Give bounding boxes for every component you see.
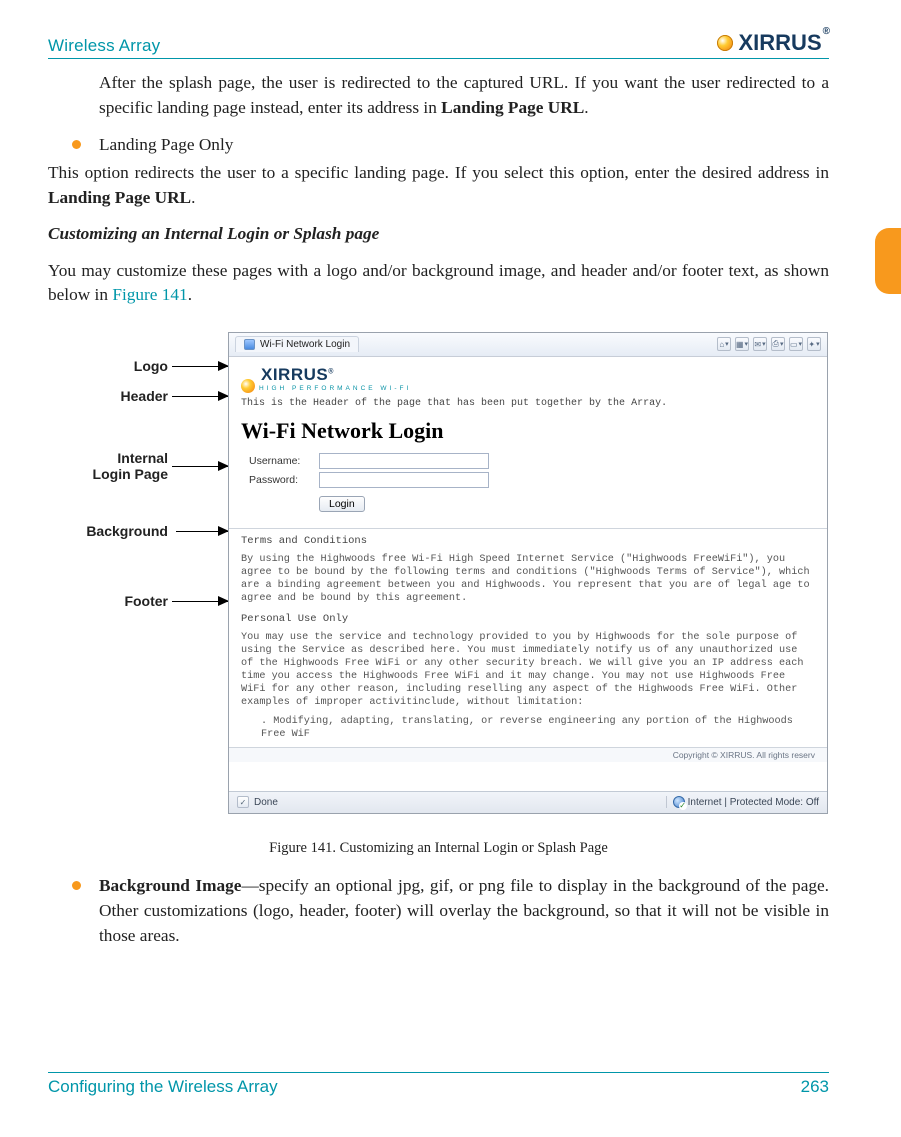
terms-heading: Terms and Conditions <box>229 529 827 553</box>
figure-callouts: Logo Header Internal Login Page Backgrou… <box>48 332 228 832</box>
arrow-icon <box>172 601 228 602</box>
page-menu-icon[interactable]: ▭ <box>789 337 803 351</box>
page-header-text: This is the Header of the page that has … <box>229 395 827 412</box>
section-body: You may customize these pages with a log… <box>48 259 829 308</box>
browser-toolbar: ⌂ ▦ ✉ ⎙ ▭ ✦ <box>717 337 821 351</box>
logo-text: XIRRUS® <box>739 30 830 56</box>
password-input[interactable] <box>319 472 489 488</box>
callout-background: Background <box>48 523 168 539</box>
print-icon[interactable]: ⎙ <box>771 337 785 351</box>
page-copyright: Copyright © XIRRUS. All rights reserv <box>229 747 827 762</box>
feed-icon[interactable]: ▦ <box>735 337 749 351</box>
bullet-icon <box>72 881 81 890</box>
callout-internal-login-1: Internal <box>48 450 168 466</box>
bullet-title: Landing Page Only <box>99 132 233 157</box>
header-title: Wireless Array <box>48 36 160 56</box>
home-icon[interactable]: ⌂ <box>717 337 731 351</box>
tools-menu-icon[interactable]: ✦ <box>807 337 821 351</box>
footer-section-title: Configuring the Wireless Array <box>48 1077 278 1097</box>
figure-caption: Figure 141. Customizing an Internal Logi… <box>48 840 829 857</box>
callout-logo: Logo <box>48 358 168 374</box>
arrow-icon <box>172 466 228 467</box>
browser-window-mock: Wi-Fi Network Login ⌂ ▦ ✉ ⎙ ▭ ✦ XIRRUS <box>228 332 828 814</box>
login-heading: Wi-Fi Network Login <box>229 412 827 446</box>
browser-viewport: XIRRUS® HIGH PERFORMANCE WI-FI This is t… <box>229 357 827 791</box>
brand-logo: XIRRUS® <box>717 30 830 56</box>
browser-tabbar: Wi-Fi Network Login ⌂ ▦ ✉ ⎙ ▭ ✦ <box>229 333 827 357</box>
page-logo-tagline: HIGH PERFORMANCE WI-FI <box>259 385 411 393</box>
bullet-background-image: Background Image—specify an optional jpg… <box>72 873 829 948</box>
password-label: Password: <box>249 474 311 486</box>
bullet-icon <box>72 140 81 149</box>
username-label: Username: <box>249 455 311 467</box>
bullet-landing-page-only: Landing Page Only <box>72 132 829 157</box>
page-logo-text: XIRRUS® <box>261 365 411 385</box>
terms-paragraph-1: By using the Highwoods free Wi-Fi High S… <box>229 553 827 611</box>
logo-mark-icon <box>241 379 255 393</box>
terms-paragraph-2: You may use the service and technology p… <box>229 631 827 715</box>
globe-icon <box>673 796 685 808</box>
terms-subheading: Personal Use Only <box>229 611 827 631</box>
arrow-icon <box>172 396 228 397</box>
login-form: Username: Password: Login <box>229 446 827 520</box>
favicon-icon <box>244 339 255 350</box>
section-tab <box>875 228 901 294</box>
bullet-content: Background Image—specify an optional jpg… <box>99 873 829 948</box>
callout-internal-login-2: Login Page <box>48 466 168 482</box>
logo-mark-icon <box>717 35 733 51</box>
callout-header: Header <box>48 388 168 404</box>
terms-list-item: . Modifying, adapting, translating, or r… <box>229 715 827 747</box>
page-logo: XIRRUS® HIGH PERFORMANCE WI-FI <box>241 365 815 393</box>
browser-statusbar: ✓ Done Internet | Protected Mode: Off <box>229 791 827 813</box>
page-footer: Configuring the Wireless Array 263 <box>48 1072 829 1097</box>
bullet-body: This option redirects the user to a spec… <box>48 161 829 210</box>
browser-tab[interactable]: Wi-Fi Network Login <box>235 336 359 352</box>
figure-141: Logo Header Internal Login Page Backgrou… <box>48 332 829 832</box>
callout-footer: Footer <box>48 593 168 609</box>
status-text: Done <box>254 797 278 808</box>
security-zone-text: Internet | Protected Mode: Off <box>688 797 819 808</box>
mail-icon[interactable]: ✉ <box>753 337 767 351</box>
done-icon: ✓ <box>237 796 249 808</box>
login-button[interactable]: Login <box>319 496 365 512</box>
figure-cross-ref[interactable]: Figure 141 <box>112 285 187 304</box>
tab-title: Wi-Fi Network Login <box>260 339 350 350</box>
arrow-icon <box>176 531 228 532</box>
page-header: Wireless Array XIRRUS® <box>48 30 829 59</box>
page-number: 263 <box>801 1077 829 1097</box>
section-heading: Customizing an Internal Login or Splash … <box>48 222 829 247</box>
intro-paragraph: After the splash page, the user is redir… <box>99 71 829 120</box>
username-input[interactable] <box>319 453 489 469</box>
arrow-icon <box>172 366 228 367</box>
